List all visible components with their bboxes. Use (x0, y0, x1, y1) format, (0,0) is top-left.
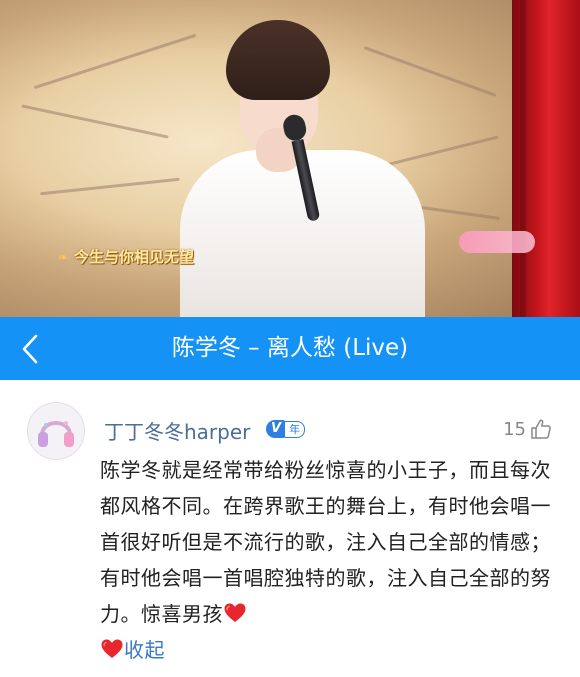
background-wall-line (363, 46, 497, 97)
comment-username[interactable]: 丁丁冬冬harper (104, 416, 250, 445)
like-button[interactable]: 15 (503, 418, 552, 440)
title-bar: 陈学冬 – 离人愁 (Live) (0, 317, 580, 380)
vip-badge: V 年 (266, 420, 306, 438)
vip-label: 年 (284, 420, 306, 438)
background-wall-line (381, 135, 499, 168)
comment-text-block: 陈学冬就是经常带给粉丝惊喜的小王子，而且每次都风格不同。在跨界歌王的舞台上，有时… (100, 452, 562, 668)
collapse-link[interactable]: 收起 (124, 638, 165, 662)
pink-watermark-tag (459, 231, 535, 253)
like-count: 15 (503, 418, 526, 440)
lyric-caption: 今生与你相见无望 (74, 248, 195, 266)
comment-item: 丁丁冬冬harper V 年 15 陈学冬就是经常带给粉丝惊喜的小王子，而且每次… (0, 380, 580, 677)
red-heart-icon (101, 639, 123, 658)
comment-body: 陈学冬就是经常带给粉丝惊喜的小王子，而且每次都风格不同。在跨界歌王的舞台上，有时… (100, 458, 551, 626)
avatar[interactable] (27, 402, 85, 460)
thumbs-up-icon (531, 419, 551, 439)
lyric-leaf-icon: ❧ (58, 250, 69, 264)
song-title: 陈学冬 – 离人愁 (Live) (171, 335, 409, 361)
chevron-left-icon (22, 334, 38, 364)
red-heart-icon (224, 603, 246, 622)
background-wall-line (21, 104, 169, 139)
headphones-avatar-icon (28, 403, 84, 459)
singer-hair (226, 20, 330, 100)
vip-letter: V (266, 420, 286, 438)
stage-pillar (512, 0, 580, 317)
video-player[interactable]: ❧ 今生与你相见无望 (0, 0, 580, 317)
background-wall-line (40, 177, 180, 196)
back-button[interactable] (16, 331, 48, 367)
background-wall-line (33, 33, 197, 90)
